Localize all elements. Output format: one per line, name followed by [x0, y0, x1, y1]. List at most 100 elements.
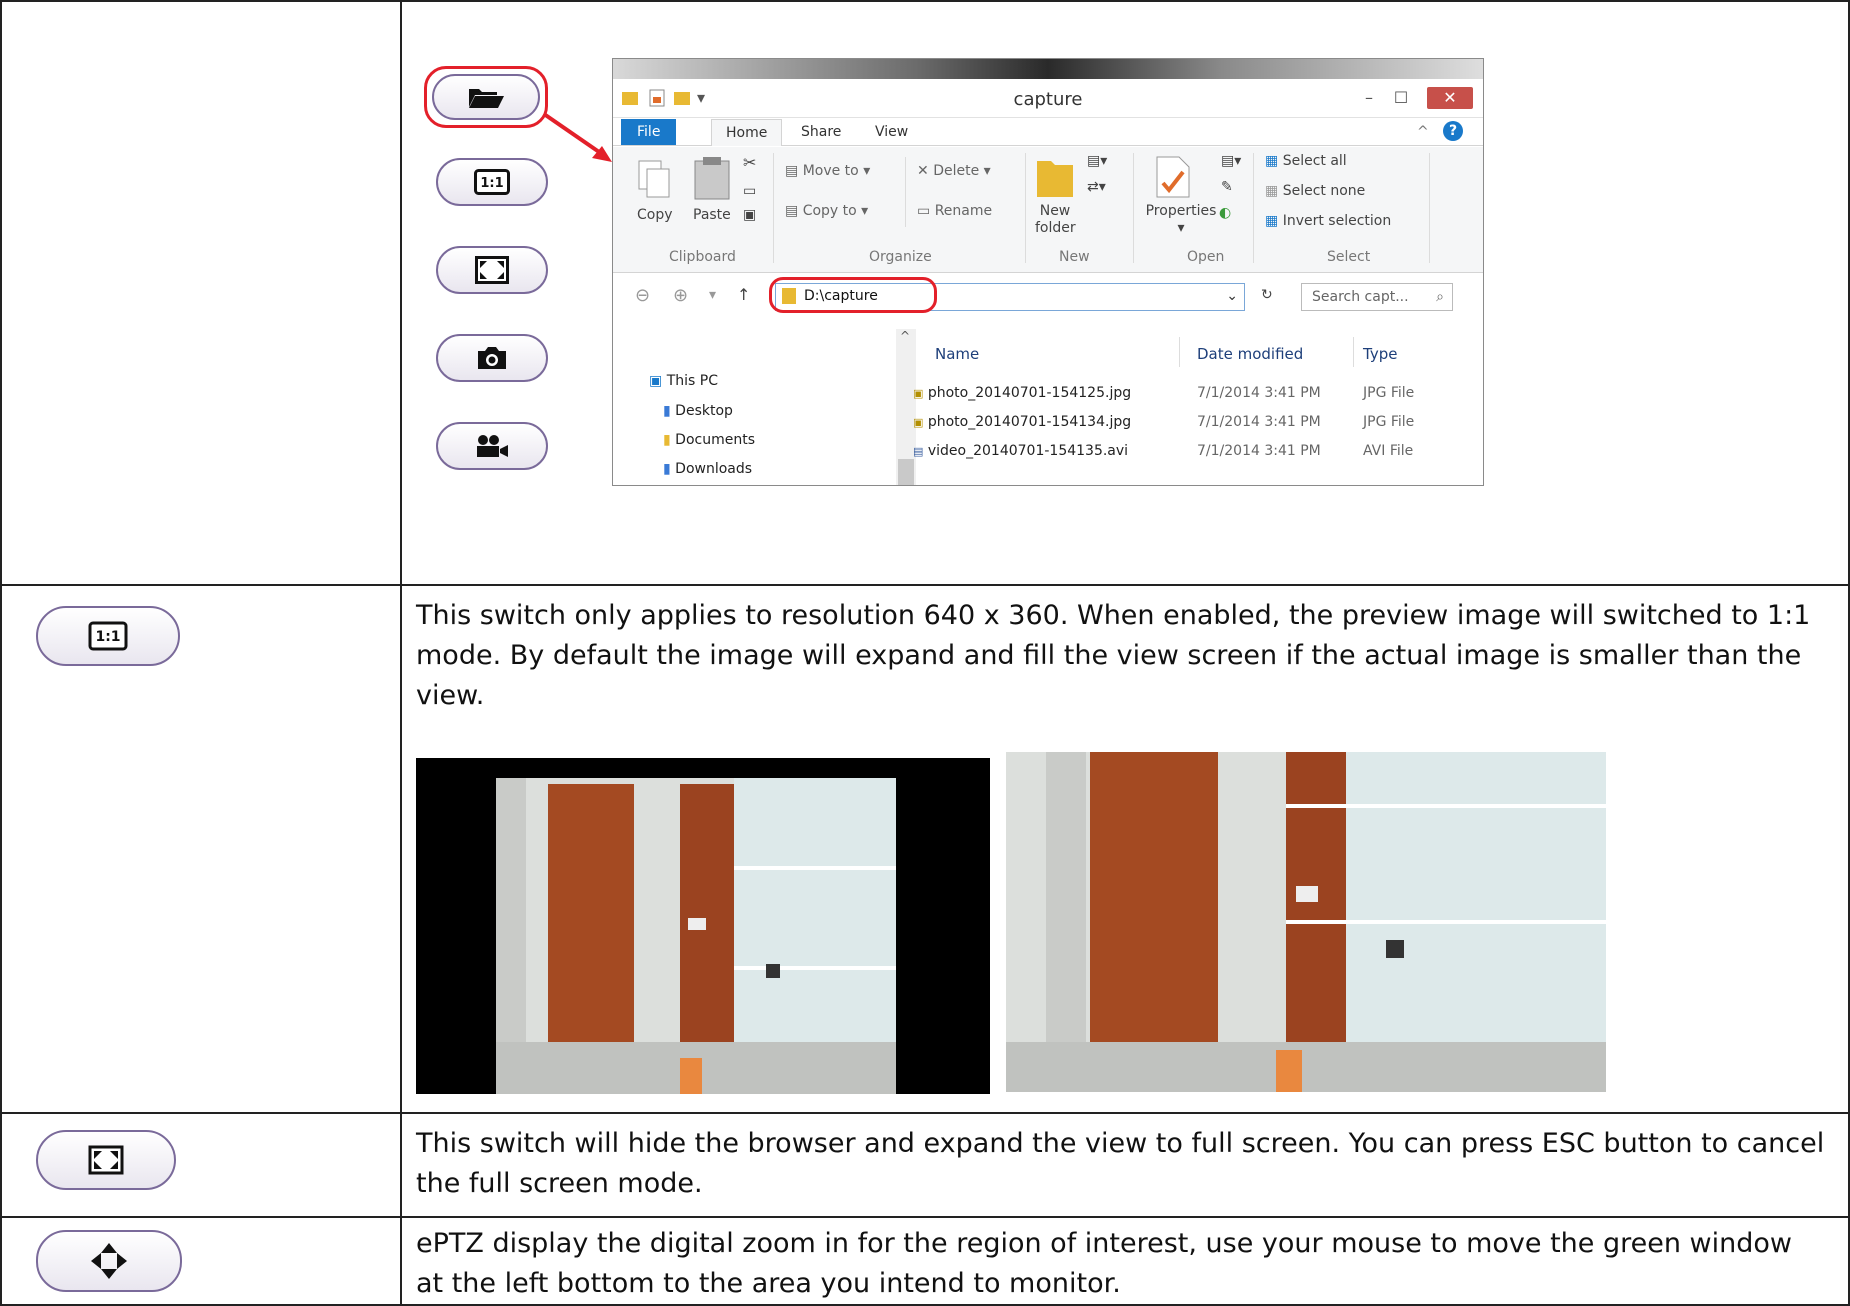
nav-item-documents[interactable]: ▮ Documents — [663, 432, 755, 448]
paste-label: Paste — [693, 207, 731, 223]
paste-shortcut-icon[interactable]: ▣ — [743, 207, 756, 223]
file-date: 7/1/2014 3:41 PM — [1197, 443, 1321, 459]
svg-text:1:1: 1:1 — [95, 629, 120, 645]
select-none-button[interactable]: ▦ Select none — [1265, 183, 1365, 199]
search-icon: ⌕ — [1436, 289, 1444, 305]
nav-item-desktop[interactable]: ▮ Desktop — [663, 403, 733, 419]
up-icon[interactable]: ↑ — [737, 285, 750, 304]
jpg-file-icon: ▣ — [913, 416, 924, 429]
highlight-ring — [769, 277, 937, 313]
ribbon-separator — [1429, 153, 1430, 263]
refresh-icon[interactable]: ↻ — [1261, 287, 1273, 303]
open-icon[interactable]: ▤▾ — [1221, 153, 1241, 169]
preview-1-1-image — [416, 758, 990, 1094]
file-row[interactable]: ▣ photo_20140701-154125.jpg — [913, 385, 1131, 401]
row-divider — [0, 1112, 1850, 1114]
row-divider — [0, 1216, 1850, 1218]
file-date: 7/1/2014 3:41 PM — [1197, 414, 1321, 430]
ribbon-separator — [1025, 153, 1026, 263]
tab-share[interactable]: Share — [801, 119, 841, 145]
svg-text:1:1: 1:1 — [480, 176, 503, 191]
column-type[interactable]: Type — [1363, 345, 1397, 363]
nav-item-downloads[interactable]: ▮ Downloads — [663, 461, 752, 477]
title-bar: ▾ capture – ☐ ✕ — [613, 79, 1483, 118]
eptz-button[interactable] — [36, 1230, 182, 1292]
snapshot-button[interactable] — [436, 334, 548, 382]
computer-icon: ▣ — [649, 373, 663, 389]
ratio-1-1-button[interactable]: 1:1 — [436, 158, 548, 206]
move-arrows-icon — [91, 1243, 127, 1279]
back-icon[interactable]: ⊖ — [635, 285, 650, 306]
navigation-pane: ▣ This PC ▮ Desktop ▮ Documents ▮ Downlo… — [613, 329, 903, 485]
file-explorer-window: ▾ capture – ☐ ✕ File Home Share View ^ ?… — [612, 58, 1484, 486]
history-icon[interactable]: ◐ — [1219, 205, 1231, 221]
video-camera-icon — [477, 435, 508, 457]
copy-to-button[interactable]: ▤ Copy to ▾ — [785, 203, 868, 219]
tab-view[interactable]: View — [875, 119, 908, 145]
select-all-button[interactable]: ▦ Select all — [1265, 153, 1347, 169]
documents-icon: ▮ — [663, 432, 671, 448]
edit-icon[interactable]: ✎ — [1221, 179, 1233, 195]
address-dropdown-icon[interactable]: ⌄ — [1226, 288, 1238, 304]
eptz-description: ePTZ display the digital zoom in for the… — [416, 1228, 1792, 1299]
record-button[interactable] — [436, 422, 548, 470]
ribbon-separator — [905, 157, 906, 227]
fullscreen-icon — [475, 256, 509, 284]
file-date: 7/1/2014 3:41 PM — [1197, 385, 1321, 401]
search-input[interactable]: Search capt... ⌕ — [1301, 283, 1453, 311]
tab-file[interactable]: File — [621, 119, 677, 145]
jpg-file-icon: ▣ — [913, 387, 924, 400]
ratio-description: This switch only applies to resolution 6… — [416, 600, 1811, 711]
address-bar-row: ⊖ ⊕ ▾ ↑ D:\capture ⌄ ↻ Search capt... ⌕ — [613, 273, 1483, 323]
nav-item-this-pc[interactable]: ▣ This PC — [649, 373, 718, 389]
help-icon[interactable]: ? — [1443, 121, 1463, 141]
recent-dropdown-icon[interactable]: ▾ — [709, 287, 716, 303]
new-folder-label: New folder — [1035, 203, 1076, 236]
preview-expanded-image — [1006, 752, 1606, 1092]
fullscreen-button[interactable] — [36, 1130, 176, 1190]
tab-home[interactable]: Home — [711, 119, 783, 146]
forward-icon[interactable]: ⊕ — [673, 285, 688, 306]
properties-label: Properties ▾ — [1145, 203, 1217, 236]
group-clipboard: Clipboard — [669, 249, 736, 265]
file-list: Name Date modified Type ▣ photo_20140701… — [903, 329, 1483, 485]
copy-icon[interactable] — [637, 159, 673, 199]
paste-icon[interactable] — [693, 155, 731, 201]
fullscreen-button[interactable] — [436, 246, 548, 294]
easy-access-icon[interactable]: ⇄▾ — [1087, 179, 1106, 195]
ribbon-home: Copy Paste ✂ ▭ ▣ Clipboard ▤ Move to ▾ ▤… — [613, 147, 1483, 273]
minimize-button[interactable]: – — [1357, 87, 1381, 109]
delete-button[interactable]: ✕ Delete ▾ — [917, 163, 991, 179]
row-divider — [0, 584, 1850, 586]
new-item-icon[interactable]: ▤▾ — [1087, 153, 1107, 169]
ribbon-separator — [773, 153, 774, 263]
cut-icon[interactable]: ✂ — [743, 153, 756, 172]
properties-icon[interactable] — [1155, 155, 1191, 199]
rename-button[interactable]: ▭ Rename — [917, 203, 992, 219]
invert-selection-button[interactable]: ▦ Invert selection — [1265, 213, 1391, 229]
open-folder-button[interactable] — [432, 74, 540, 120]
move-to-button[interactable]: ▤ Move to ▾ — [785, 163, 870, 179]
group-organize: Organize — [869, 249, 932, 265]
downloads-icon: ▮ — [663, 461, 671, 477]
file-row[interactable]: ▣ photo_20140701-154134.jpg — [913, 414, 1131, 430]
camera-icon — [478, 347, 506, 369]
close-button[interactable]: ✕ — [1427, 87, 1473, 109]
new-folder-icon[interactable] — [1035, 155, 1075, 199]
column-divider — [400, 0, 402, 1306]
file-type: AVI File — [1363, 443, 1414, 459]
desktop-icon: ▮ — [663, 403, 671, 419]
ratio-1-1-icon: 1:1 — [88, 621, 128, 651]
fullscreen-icon — [88, 1145, 124, 1175]
copy-path-icon[interactable]: ▭ — [743, 183, 756, 199]
copy-label: Copy — [637, 207, 673, 223]
group-select: Select — [1327, 249, 1371, 265]
file-row[interactable]: ▤ video_20140701-154135.avi — [913, 443, 1128, 459]
maximize-button[interactable]: ☐ — [1389, 87, 1413, 109]
ratio-1-1-button[interactable]: 1:1 — [36, 606, 180, 666]
folder-open-icon — [469, 89, 504, 108]
column-date-modified[interactable]: Date modified — [1197, 345, 1303, 363]
ribbon-collapse-icon[interactable]: ^ — [1417, 119, 1429, 145]
window-title: capture — [1013, 89, 1083, 110]
column-name[interactable]: Name — [935, 345, 979, 363]
